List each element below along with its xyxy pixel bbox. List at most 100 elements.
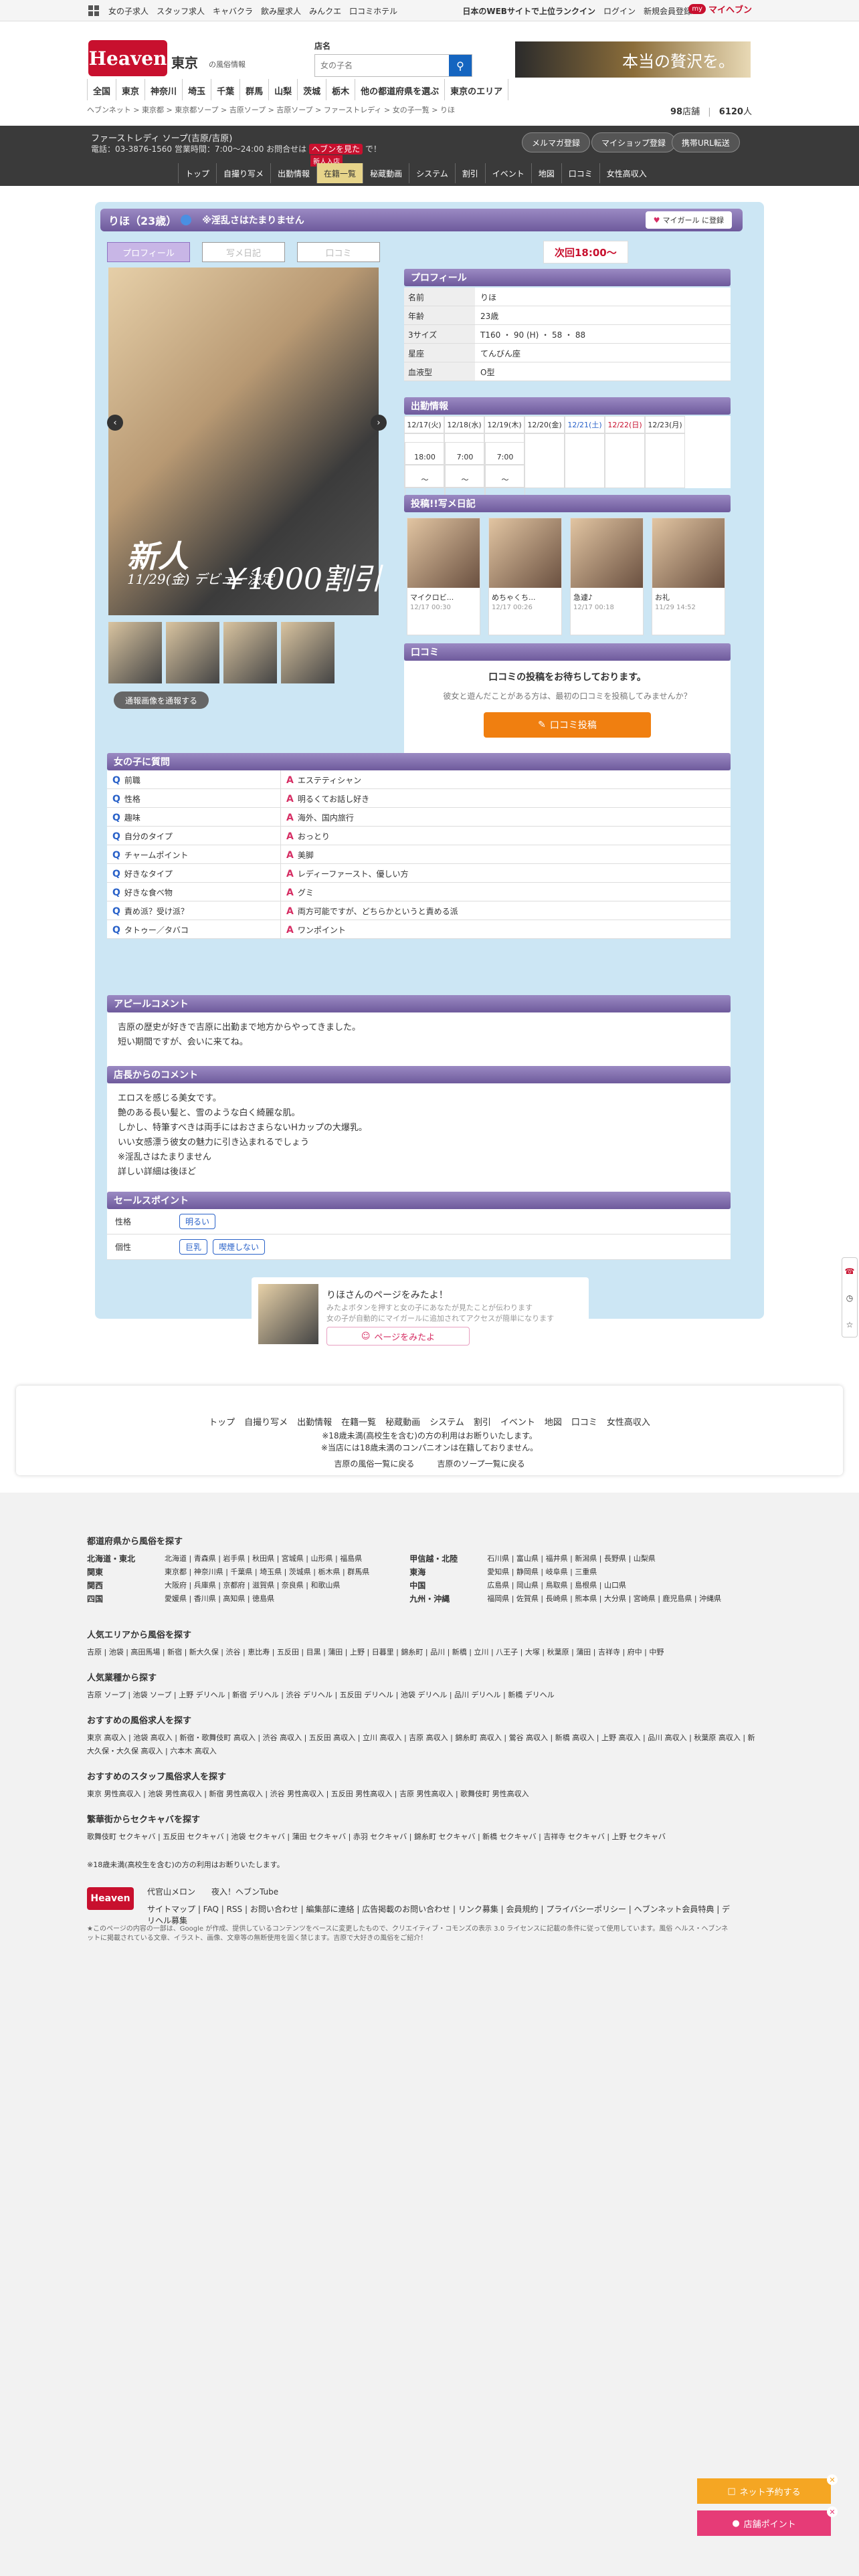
footer-job-links[interactable]: 東京 高収入 | 池袋 高収入 | 新宿・歌舞伎町 高収入 | 渋谷 高収入 |…	[87, 1731, 756, 1758]
area-nav-item[interactable]: 千葉	[211, 79, 240, 100]
diary-list: マイクロビ... 12/17 00:30 めちゃくち... 12/17 00:26 …	[404, 512, 731, 641]
diary-card[interactable]: めちゃくち... 12/17 00:26	[488, 518, 562, 635]
area-nav-item[interactable]: 埼玉	[182, 79, 211, 100]
area-nav-item[interactable]: 他の都道府県を選ぶ	[355, 79, 444, 100]
tab-diary[interactable]: 写メ日記	[202, 242, 285, 262]
footer-logo[interactable]: Heaven	[87, 1887, 134, 1910]
top-link[interactable]: 口コミホテル	[349, 5, 397, 17]
prev-photo-icon[interactable]: ‹	[107, 415, 123, 431]
profile-value: O型	[480, 368, 495, 377]
login-link[interactable]: ログイン	[603, 5, 636, 17]
bottom-link[interactable]: 地図	[545, 1415, 562, 1428]
history-icon[interactable]: ◷	[842, 1285, 857, 1311]
breadcrumb[interactable]: ヘブンネット > 東京都 > 東京都ソープ > 吉原ソープ > 吉原ソープ > …	[87, 104, 455, 115]
thumbnail[interactable]	[108, 622, 162, 683]
mypage-button[interactable]: my マイヘブン	[688, 3, 752, 15]
bottom-link[interactable]: 口コミ	[571, 1415, 597, 1428]
post-review-button[interactable]: ✎ 口コミ投稿	[484, 712, 651, 738]
register-link[interactable]: 新規会員登録	[644, 5, 692, 17]
bottom-link[interactable]: 女性高収入	[607, 1415, 650, 1428]
footer-area-links[interactable]: 吉原 | 池袋 | 高田馬場 | 新宿 | 新大久保 | 渋谷 | 恵比寿 | …	[87, 1646, 756, 1659]
net-reservation-button[interactable]: □ ネット予約する	[697, 2478, 831, 2504]
shop-nav-top[interactable]: トップ	[178, 163, 216, 183]
diary-card[interactable]: マイクロビ... 12/17 00:30	[407, 518, 480, 635]
profile-key: 名前	[404, 288, 475, 306]
bottom-link[interactable]: トップ	[209, 1415, 235, 1428]
footer-type-links[interactable]: 吉原 ソープ | 池袋 ソープ | 上野 デリヘル | 新宿 デリヘル | 渋谷…	[87, 1689, 756, 1702]
thumbnail[interactable]	[281, 622, 335, 683]
area-nav-item[interactable]: 山梨	[268, 79, 297, 100]
area-nav-item[interactable]: 全国	[87, 79, 116, 100]
top-link[interactable]: スタッフ求人	[157, 5, 205, 17]
area-nav-item[interactable]: 群馬	[240, 79, 268, 100]
star-icon[interactable]: ☆	[842, 1311, 857, 1338]
search-input[interactable]	[315, 55, 449, 76]
pref-row: 関西 大阪府 | 兵庫県 | 京都府 | 滋賀県 | 奈良県 | 和歌山県	[87, 1581, 341, 1590]
tab-review[interactable]: 口コミ	[297, 242, 380, 262]
shop-nav-jobs[interactable]: 女性高収入	[599, 163, 654, 183]
thumbnail[interactable]	[166, 622, 219, 683]
tab-profile[interactable]: プロフィール	[107, 242, 190, 262]
report-image-button[interactable]: 通報画像を通報する	[114, 691, 209, 709]
top-link[interactable]: キャバクラ	[213, 5, 253, 17]
ad-banner[interactable]: 本当の贅沢を。	[515, 41, 751, 78]
bottom-link[interactable]: システム	[430, 1415, 464, 1428]
age-notice: ※18歳未満(高校生を含む)の方の利用はお断りいたします。	[322, 1431, 537, 1440]
footer-staff-links[interactable]: 東京 男性高収入 | 池袋 男性高収入 | 新宿 男性高収入 | 渋谷 男性高収…	[87, 1788, 756, 1801]
bottom-link[interactable]: 割引	[474, 1415, 491, 1428]
area-nav-item[interactable]: 栃木	[326, 79, 355, 100]
diary-card[interactable]: お礼 11/29 14:52	[652, 518, 725, 635]
shop-nav-video[interactable]: 秘蔵動画	[363, 163, 409, 183]
sales-tag[interactable]: 喫煙しない	[213, 1239, 266, 1255]
qa-answer: A グミ	[286, 887, 314, 898]
shop-nav-system[interactable]: システム	[409, 163, 455, 183]
shop-nav-girls[interactable]: 在籍一覧	[316, 163, 363, 183]
close-icon[interactable]: ✕	[827, 2474, 838, 2485]
next-shift: 次回18:00〜	[543, 241, 628, 263]
close-icon[interactable]: ✕	[827, 2506, 838, 2517]
manager-comment-section: 店長からのコメント エロスを感じる美女です。 艶のある長い髪と、雪のような白く綺…	[107, 1066, 731, 1201]
bottom-link[interactable]: 自撮り写メ	[244, 1415, 288, 1428]
bottom-link[interactable]: 秘蔵動画	[385, 1415, 420, 1428]
menu-grid-icon[interactable]	[88, 5, 99, 16]
shop-nav-review[interactable]: 口コミ	[561, 163, 599, 183]
shop-nav-discount[interactable]: 割引	[454, 163, 485, 183]
area-nav-item[interactable]: 神奈川	[145, 79, 182, 100]
sales-row: 性格 明るい	[107, 1209, 731, 1235]
top-link[interactable]: みんクエ	[309, 5, 341, 17]
area-nav-item[interactable]: 東京のエリア	[444, 79, 509, 100]
search: 店名 ⚲	[314, 40, 472, 77]
area-nav-item[interactable]: 東京	[116, 79, 145, 100]
shop-nav-selfie[interactable]: 自撮り写メ	[216, 163, 270, 183]
subsite-link[interactable]: 代官山メロン	[147, 1886, 195, 1897]
subsite-link[interactable]: 夜入！ヘブンTube	[211, 1886, 278, 1897]
mailmag-button[interactable]: メルマガ登録	[522, 132, 591, 152]
footer-sitemap[interactable]: サイトマップ | FAQ | RSS | お問い合わせ | 編集部に連絡 | 広…	[147, 1903, 736, 1926]
mobile-url-button[interactable]: 携帯URL転送	[672, 132, 740, 152]
area-nav-item[interactable]: 茨城	[297, 79, 326, 100]
next-photo-icon[interactable]: ›	[371, 415, 387, 431]
mygirl-button[interactable]: ♥ マイガール に登録	[645, 211, 732, 229]
sales-tag[interactable]: 明るい	[179, 1214, 216, 1229]
bottom-link[interactable]: 出勤情報	[297, 1415, 332, 1428]
back-link[interactable]: 吉原の風俗一覧に戻る	[334, 1458, 414, 1469]
shop-nav-map[interactable]: 地図	[531, 163, 561, 183]
thumbnail[interactable]	[223, 622, 277, 683]
diary-card[interactable]: 急遽♪ 12/17 00:18	[570, 518, 644, 635]
shop-nav-event[interactable]: イベント	[484, 163, 531, 183]
shop-point-button[interactable]: ● 店舗ポイント	[697, 2510, 831, 2536]
mitayo-button[interactable]: ☺ ページをみたよ	[326, 1327, 470, 1346]
heaven-logo[interactable]: Heaven	[88, 40, 167, 76]
bell-icon[interactable]: ☎	[842, 1258, 857, 1285]
back-link[interactable]: 吉原のソープ一覧に戻る	[437, 1458, 524, 1469]
sales-tag[interactable]: 巨乳	[179, 1239, 208, 1255]
bottom-link[interactable]: 在籍一覧	[341, 1415, 376, 1428]
bottom-link[interactable]: イベント	[500, 1415, 535, 1428]
footer-sexy-links[interactable]: 歌舞伎町 セクキャバ | 五反田 セクキャバ | 池袋 セクキャバ | 蒲田 セ…	[87, 1830, 756, 1844]
comment-line: 艶のある長い髪と、雪のような白く綺麗な肌。	[118, 1108, 300, 1118]
top-link[interactable]: 飲み屋求人	[261, 5, 301, 17]
search-icon[interactable]: ⚲	[449, 55, 472, 76]
shop-nav-schedule[interactable]: 出勤情報	[270, 163, 316, 183]
top-link[interactable]: 女の子求人	[108, 5, 149, 17]
myshop-button[interactable]: マイショップ登録	[591, 132, 676, 152]
